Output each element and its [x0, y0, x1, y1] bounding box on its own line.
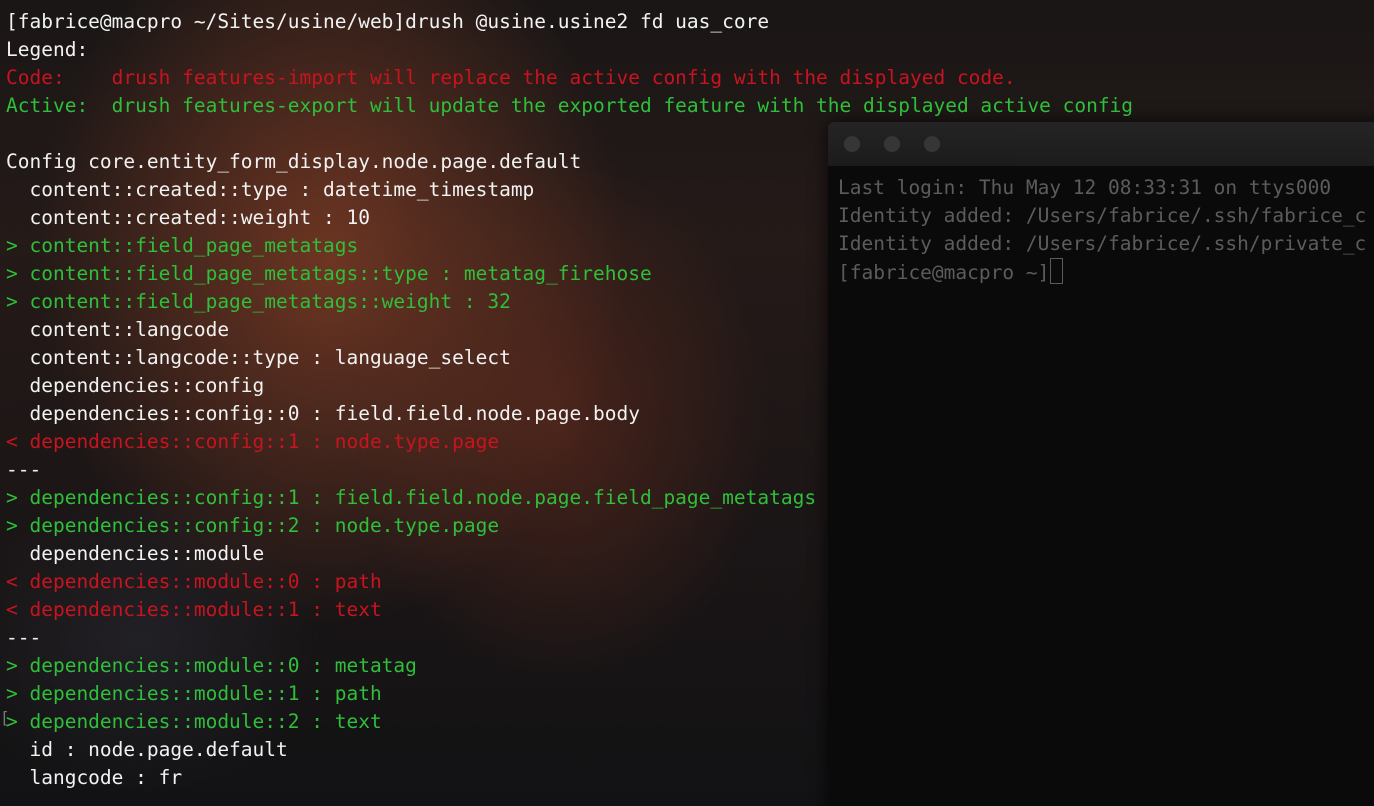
terminal-line: dependencies::config	[6, 374, 265, 397]
terminal-line: langcode : fr	[6, 766, 183, 789]
terminal-line: Active: drush features-export will updat…	[6, 94, 1134, 117]
terminal-line: < dependencies::module::1 : text	[6, 598, 382, 621]
terminal-line: > dependencies::module::0 : metatag	[6, 654, 417, 677]
terminal-line: id : node.page.default	[6, 738, 288, 761]
terminal-line: < dependencies::module::0 : path	[6, 570, 382, 593]
terminal-line: content::created::weight : 10	[6, 206, 370, 229]
terminal-line: < dependencies::config::1 : node.type.pa…	[6, 430, 500, 453]
terminal-line: > content::field_page_metatags::type : m…	[6, 262, 652, 285]
terminal-line: content::langcode	[6, 318, 230, 341]
main-terminal-output[interactable]: [fabrice@macpro ~/Sites/usine/web]drush …	[0, 0, 1374, 806]
terminal-line: > dependencies::module::1 : path	[6, 682, 382, 705]
terminal-line: dependencies::config::0 : field.field.no…	[6, 402, 640, 425]
terminal-line: > dependencies::config::2 : node.type.pa…	[6, 514, 500, 537]
terminal-line: Code: drush features-import will replace…	[6, 66, 1016, 89]
terminal-line: [fabrice@macpro ~/Sites/usine/web]drush …	[6, 10, 770, 33]
terminal-line: > content::field_page_metatags::weight :…	[6, 290, 511, 313]
terminal-line: content::created::type : datetime_timest…	[6, 178, 535, 201]
terminal-line: > dependencies::module::2 : text	[6, 710, 382, 733]
terminal-line: dependencies::module	[6, 542, 265, 565]
terminal-line: > dependencies::config::1 : field.field.…	[6, 486, 817, 509]
terminal-line: > content::field_page_metatags	[6, 234, 359, 257]
terminal-line: ---	[6, 458, 42, 481]
terminal-line: content::langcode::type : language_selec…	[6, 346, 511, 369]
terminal-line: Config core.entity_form_display.node.pag…	[6, 150, 582, 173]
terminal-line: Legend:	[6, 38, 89, 61]
terminal-line: ---	[6, 626, 42, 649]
line-mark-icon: [	[0, 708, 10, 727]
